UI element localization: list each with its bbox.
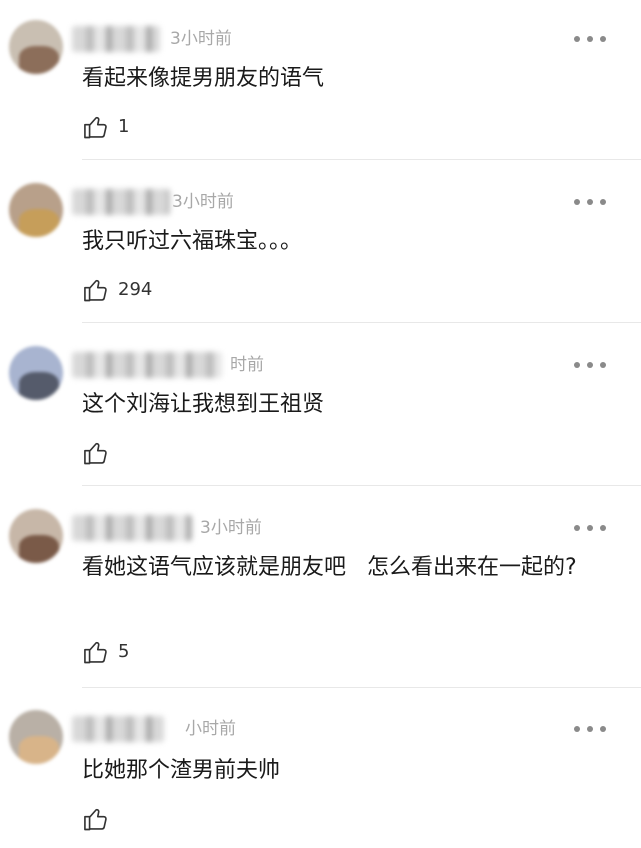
avatar[interactable] xyxy=(9,509,63,563)
like-button[interactable] xyxy=(82,804,118,834)
like-button[interactable]: 5 xyxy=(82,637,129,667)
username-blurred[interactable] xyxy=(72,716,164,742)
comment-time: 小时前 xyxy=(185,719,236,739)
like-button[interactable]: 1 xyxy=(82,112,129,142)
comment-text: 这个刘海让我想到王祖贤 xyxy=(82,392,325,417)
comment-time: 3小时前 xyxy=(170,29,232,49)
avatar[interactable] xyxy=(9,346,63,400)
divider xyxy=(82,687,641,688)
more-options-button[interactable] xyxy=(574,724,606,734)
thumbs-up-icon xyxy=(84,641,107,664)
comment-text: 看起来像提男朋友的语气 xyxy=(82,66,325,91)
avatar[interactable] xyxy=(9,183,63,237)
more-options-button[interactable] xyxy=(574,197,606,207)
thumbs-up-icon xyxy=(84,116,107,139)
divider xyxy=(82,485,641,486)
username-blurred[interactable] xyxy=(72,352,222,378)
thumbs-up-icon xyxy=(84,808,107,831)
thumbs-up-icon xyxy=(84,442,107,465)
like-count: 294 xyxy=(118,279,153,300)
like-count: 5 xyxy=(118,641,130,662)
more-options-button[interactable] xyxy=(574,523,606,533)
more-dots-icon xyxy=(574,362,580,368)
like-count: 1 xyxy=(118,116,130,137)
more-options-button[interactable] xyxy=(574,34,606,44)
comment-text: 比她那个渣男前夫帅 xyxy=(82,758,281,783)
more-dots-icon xyxy=(574,726,580,732)
avatar[interactable] xyxy=(9,20,63,74)
divider xyxy=(82,159,641,160)
more-options-button[interactable] xyxy=(574,360,606,370)
comment-time: 3小时前 xyxy=(200,518,262,538)
comment-time: 时前 xyxy=(230,355,264,375)
username-blurred[interactable] xyxy=(72,26,160,52)
comment-text: 我只听过六福珠宝。。。 xyxy=(82,229,303,254)
more-dots-icon xyxy=(574,199,580,205)
username-blurred[interactable] xyxy=(72,189,170,215)
like-button[interactable] xyxy=(82,438,118,468)
username-blurred[interactable] xyxy=(72,515,192,541)
more-dots-icon xyxy=(574,36,580,42)
thumbs-up-icon xyxy=(84,279,107,302)
like-button[interactable]: 294 xyxy=(82,275,152,305)
comment-text: 看她这语气应该就是朋友吧 怎么看出来在一起的? xyxy=(82,555,577,580)
avatar[interactable] xyxy=(9,710,63,764)
comment-time: 3小时前 xyxy=(172,192,234,212)
more-dots-icon xyxy=(574,525,580,531)
divider xyxy=(82,322,641,323)
